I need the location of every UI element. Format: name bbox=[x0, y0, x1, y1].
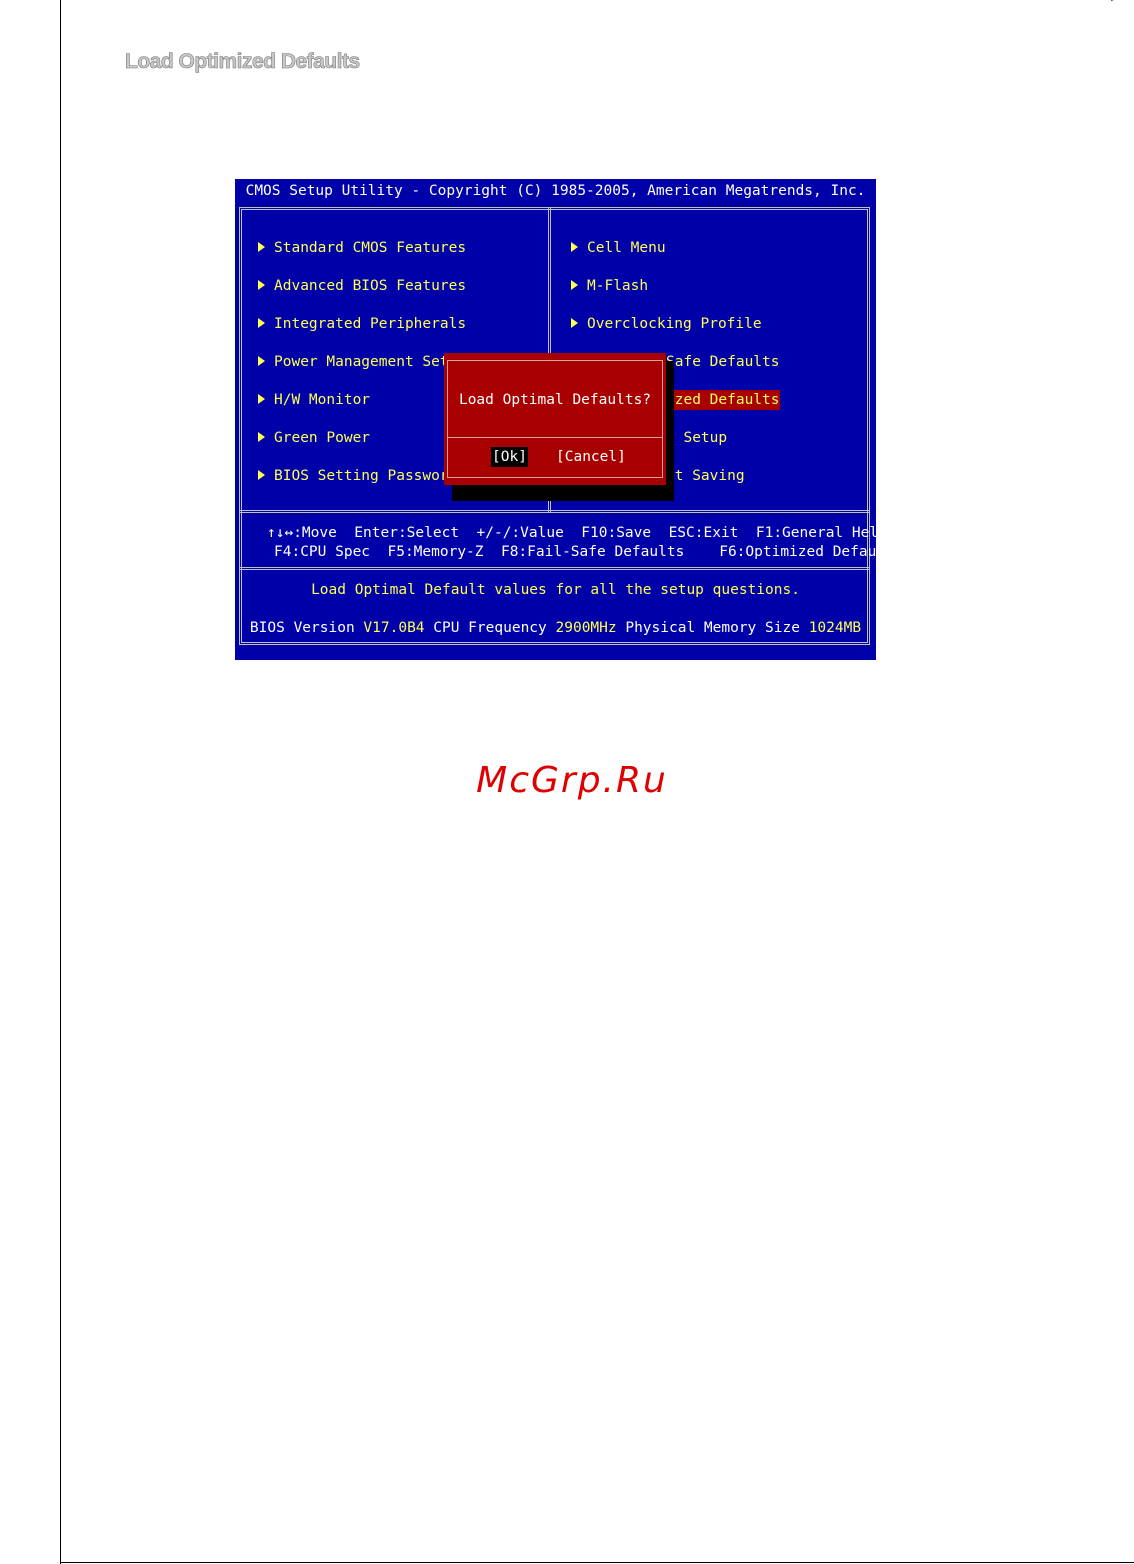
triangle-right-icon bbox=[571, 318, 578, 328]
bios-version-label: BIOS Version bbox=[249, 620, 355, 636]
menu-item-fail-safe-defaults[interactable]: Safe Defaults bbox=[666, 352, 780, 372]
system-status-line: BIOS Version V17.0B4 CPU Frequency 2900M… bbox=[235, 618, 876, 638]
triangle-right-icon bbox=[571, 242, 578, 252]
menu-item-advanced-bios[interactable]: Advanced BIOS Features bbox=[258, 276, 466, 296]
bios-desc-divider bbox=[239, 567, 870, 570]
bios-help-divider bbox=[239, 510, 870, 513]
menu-item-cell-menu[interactable]: Cell Menu bbox=[571, 238, 666, 258]
menu-item-power-management[interactable]: Power Management Setu bbox=[258, 352, 457, 372]
menu-item-standard-cmos[interactable]: Standard CMOS Features bbox=[258, 238, 466, 258]
menu-item-exit-without-saving[interactable]: ut Saving bbox=[666, 466, 745, 486]
help-line-1: ↑↓↔:Move Enter:Select +/-/:Value F10:Sav… bbox=[267, 525, 887, 541]
menu-item-save-exit-setup[interactable]: t Setup bbox=[666, 428, 727, 448]
triangle-right-icon bbox=[258, 394, 265, 404]
cpu-frequency-value: 2900MHz bbox=[555, 620, 617, 636]
watermark: McGrp.Ru bbox=[476, 760, 668, 801]
menu-item-green-power[interactable]: Green Power bbox=[258, 428, 370, 448]
menu-item-bios-password[interactable]: BIOS Setting Password bbox=[258, 466, 457, 486]
triangle-right-icon bbox=[258, 280, 265, 290]
menu-item-overclocking-profile[interactable]: Overclocking Profile bbox=[571, 314, 762, 334]
memory-size-label: Physical Memory Size bbox=[625, 620, 800, 636]
triangle-right-icon bbox=[258, 470, 265, 480]
page-border-bottom bbox=[60, 1562, 1134, 1563]
dialog-separator bbox=[447, 437, 663, 438]
triangle-right-icon bbox=[571, 280, 578, 290]
menu-item-m-flash[interactable]: M-Flash bbox=[571, 276, 648, 296]
ok-button[interactable]: [Ok] bbox=[491, 447, 528, 467]
dialog-question: Load Optimal Defaults? bbox=[458, 392, 652, 408]
help-line-2: F4:CPU Spec F5:Memory-Z F8:Fail-Safe Def… bbox=[274, 544, 903, 560]
cpu-frequency-label: CPU Frequency bbox=[433, 620, 547, 636]
item-description: Load Optimal Default values for all the … bbox=[311, 582, 800, 598]
triangle-right-icon bbox=[258, 356, 265, 366]
bios-title: CMOS Setup Utility - Copyright (C) 1985-… bbox=[245, 183, 866, 199]
triangle-right-icon bbox=[258, 318, 265, 328]
load-defaults-dialog: Load Optimal Defaults? [Ok] [Cancel] bbox=[444, 353, 666, 485]
cancel-button[interactable]: [Cancel] bbox=[555, 447, 627, 467]
triangle-right-icon bbox=[258, 432, 265, 442]
memory-size-value: 1024MB bbox=[808, 620, 862, 636]
menu-item-integrated-peripherals[interactable]: Integrated Peripherals bbox=[258, 314, 466, 334]
page-border-corner bbox=[1111, 0, 1133, 1]
menu-item-hw-monitor[interactable]: H/W Monitor bbox=[258, 390, 370, 410]
section-heading: Load Optimized Defaults bbox=[125, 50, 361, 74]
triangle-right-icon bbox=[258, 242, 265, 252]
menu-item-optimized-defaults[interactable]: ized Defaults bbox=[666, 390, 780, 410]
bios-version-value: V17.0B4 bbox=[363, 620, 425, 636]
